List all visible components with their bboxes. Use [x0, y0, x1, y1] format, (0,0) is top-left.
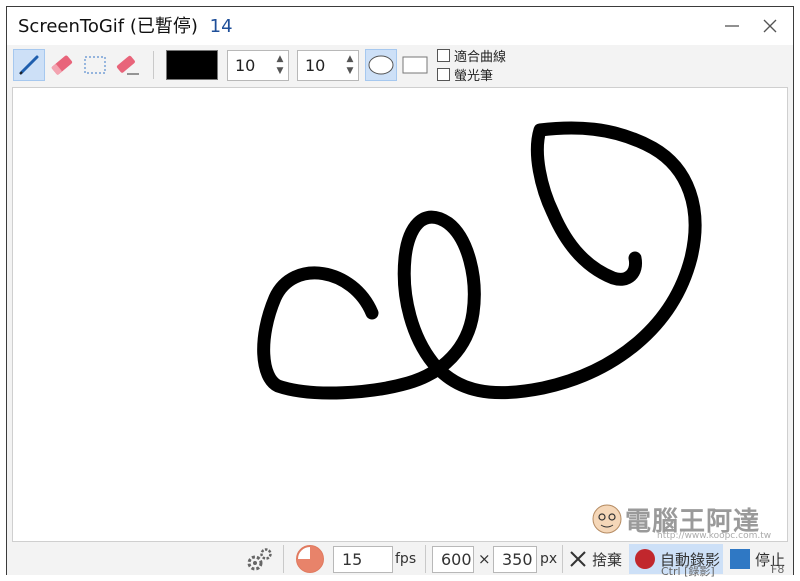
rectangle-icon: [402, 56, 428, 74]
fps-input[interactable]: 15: [333, 546, 393, 573]
minimize-icon: [725, 25, 739, 27]
stepper-arrows[interactable]: ▲ ▼: [275, 53, 285, 78]
minimize-button[interactable]: [717, 13, 747, 39]
status-text: (已暫停): [129, 16, 198, 37]
bottom-divider: [283, 545, 284, 573]
highlighter-checkbox[interactable]: 螢光筆: [437, 65, 506, 84]
drawing-toolbar: 10 ▲ ▼ 10 ▲ ▼ 適合曲線 螢光筆: [7, 45, 793, 87]
record-icon: [635, 549, 655, 569]
checkbox-box[interactable]: [437, 49, 450, 62]
capture-width-value: 600: [441, 550, 472, 569]
pen-width-stepper[interactable]: 10 ▲ ▼: [227, 50, 289, 81]
stop-shortcut: F8: [771, 563, 785, 576]
pen-color-picker[interactable]: [166, 50, 218, 80]
stop-icon: [730, 549, 750, 569]
stepper-arrows[interactable]: ▲ ▼: [345, 53, 355, 78]
times-sign: ×: [478, 550, 491, 568]
settings-button[interactable]: [245, 546, 275, 572]
eraser-icon: [51, 55, 73, 75]
bottom-bar: 15 fps 600 × 350 px 捨棄 自動錄影 Ctrl [錄影] 停止…: [7, 542, 793, 578]
stop-button[interactable]: 停止 F8: [729, 544, 785, 576]
options-group: 適合曲線 螢光筆: [437, 46, 506, 84]
ellipse-icon: [368, 55, 394, 75]
pen-width-value: 10: [235, 56, 256, 75]
title-bar: ScreenToGif (已暫停) 14: [7, 7, 793, 45]
selection-icon: [84, 56, 106, 74]
frame-count: 14: [209, 16, 233, 37]
rectangle-tip-button[interactable]: [399, 49, 431, 81]
window-title: ScreenToGif (已暫停) 14: [18, 16, 233, 38]
frame-rate-icon-wrap: [295, 545, 325, 573]
ink-stroke-layer: [257, 121, 702, 400]
px-unit: px: [540, 551, 558, 567]
capture-height-value: 350: [502, 550, 533, 569]
discard-button[interactable]: 捨棄: [568, 546, 622, 572]
app-name: ScreenToGif: [18, 16, 125, 37]
pen-icon: [19, 55, 39, 75]
toolbar-divider: [153, 51, 154, 79]
fit-curve-checkbox[interactable]: 適合曲線: [437, 46, 506, 65]
eraser-tool-button[interactable]: [46, 49, 78, 81]
bottom-divider: [562, 545, 563, 573]
pen-height-stepper[interactable]: 10 ▲ ▼: [297, 50, 359, 81]
ink-stroke: [257, 121, 702, 400]
discard-x-icon: [570, 551, 586, 567]
fps-value: 15: [342, 550, 363, 569]
record-button[interactable]: 自動錄影 Ctrl [錄影]: [629, 544, 723, 578]
app-window: ScreenToGif (已暫停) 14 10 ▲ ▼ 10 ▲ ▼ 適合曲線 …: [6, 6, 794, 578]
width-input[interactable]: 600: [432, 546, 474, 573]
stroke-eraser-tool-button[interactable]: [112, 49, 144, 81]
pen-height-value: 10: [305, 56, 326, 75]
eraser-alt-icon: [116, 55, 139, 75]
bottom-divider: [425, 545, 426, 573]
height-input[interactable]: 350: [493, 546, 537, 573]
ellipse-tip-button[interactable]: [365, 49, 397, 81]
discard-label: 捨棄: [592, 550, 623, 569]
close-icon: [763, 19, 777, 33]
selection-tool-button[interactable]: [79, 49, 111, 81]
checkbox-box[interactable]: [437, 68, 450, 81]
fit-curve-label: 適合曲線: [454, 50, 507, 65]
close-button[interactable]: [755, 13, 785, 39]
gears-icon: [247, 548, 272, 571]
highlighter-label: 螢光筆: [454, 69, 494, 84]
frame-rate-icon: [296, 545, 324, 573]
record-shortcut: Ctrl [錄影]: [661, 565, 715, 578]
pen-tool-button[interactable]: [13, 49, 45, 81]
drawing-canvas[interactable]: [12, 87, 788, 542]
fps-unit: fps: [395, 551, 417, 567]
